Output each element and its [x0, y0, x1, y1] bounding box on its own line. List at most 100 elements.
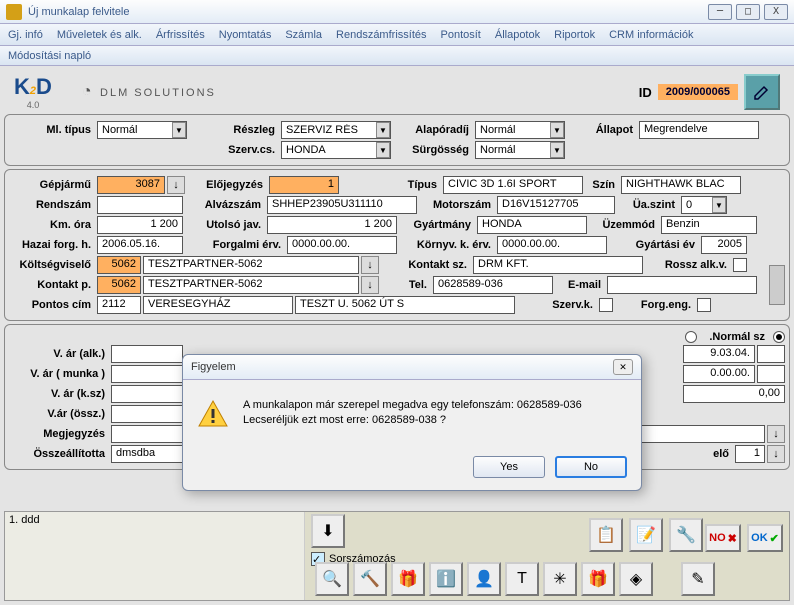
- elojegyzes-field[interactable]: 1: [269, 176, 339, 194]
- gepjarmu-lookup[interactable]: ↓: [167, 176, 185, 194]
- kontaktp-lookup[interactable]: ↓: [361, 276, 379, 294]
- pontos-city[interactable]: VERESEGYHÁZ: [143, 296, 293, 314]
- gyartasi-field: 2005: [701, 236, 747, 254]
- minimize-button[interactable]: ─: [708, 4, 732, 20]
- varksz-field[interactable]: [111, 385, 183, 403]
- dialog: Figyelem ✕ A munkalapon már szerepel meg…: [182, 354, 642, 491]
- szervk-check[interactable]: [599, 298, 613, 312]
- menu-modositasi[interactable]: Módosítási napló: [8, 50, 91, 62]
- dlm-logo: ◔ DLM SOLUTIONS: [82, 83, 216, 101]
- list-item[interactable]: 1. ddd: [9, 514, 300, 526]
- amount-field[interactable]: 0,00: [683, 385, 785, 403]
- hazai-field[interactable]: 2006.05.16.: [97, 236, 183, 254]
- koltsegv-label: Költségviselő: [9, 259, 95, 271]
- menubar-row2: Módosítási napló: [0, 46, 794, 66]
- tool-b[interactable]: 📝: [629, 518, 663, 552]
- icon-gift1[interactable]: 🎁: [391, 562, 425, 596]
- osszeall-label: Összeállította: [9, 448, 109, 460]
- scrollbar[interactable]: [769, 265, 785, 305]
- dialog-close-button[interactable]: ✕: [613, 359, 633, 375]
- koltsegv-id[interactable]: 5062: [97, 256, 141, 274]
- reszleg-select[interactable]: SZERVIZ RÉS▼: [281, 121, 391, 139]
- surgosseg-select[interactable]: Normál▼: [475, 141, 565, 159]
- edit-header-button[interactable]: [744, 74, 780, 110]
- icon-gift2[interactable]: 🎁: [581, 562, 615, 596]
- uaszint-select[interactable]: 0▼: [681, 196, 727, 214]
- menu-allapotok[interactable]: Állapotok: [495, 29, 540, 41]
- tel-label: Tel.: [381, 279, 431, 291]
- forgeng-check[interactable]: [697, 298, 711, 312]
- maximize-button[interactable]: □: [736, 4, 760, 20]
- rossz-check[interactable]: [733, 258, 747, 272]
- pontos-addr[interactable]: TESZT U. 5062 ÚT S: [295, 296, 515, 314]
- date1-extra[interactable]: [757, 345, 785, 363]
- icon-green[interactable]: ✳: [543, 562, 577, 596]
- icon-target[interactable]: ◈: [619, 562, 653, 596]
- elo-field[interactable]: 1: [735, 445, 765, 463]
- ml-tipus-select[interactable]: Normál▼: [97, 121, 187, 139]
- close-button[interactable]: X: [764, 4, 788, 20]
- menu-szamla[interactable]: Számla: [285, 29, 322, 41]
- tool-c[interactable]: 🔧: [669, 518, 703, 552]
- email-label: E-mail: [555, 279, 605, 291]
- gepjarmu-field[interactable]: 3087: [97, 176, 165, 194]
- szin-label: Szín: [585, 179, 619, 191]
- menu-rendszam[interactable]: Rendszámfrissítés: [336, 29, 426, 41]
- varalk-field[interactable]: [111, 345, 183, 363]
- ok-button[interactable]: OK✔: [747, 524, 783, 552]
- icon-pen[interactable]: ✎: [681, 562, 715, 596]
- menu-pontosit[interactable]: Pontosít: [441, 29, 481, 41]
- list-area[interactable]: 1. ddd: [5, 512, 305, 600]
- email-field[interactable]: [607, 276, 757, 294]
- menu-arfrissites[interactable]: Árfrissítés: [156, 29, 205, 41]
- szervcs-select[interactable]: HONDA▼: [281, 141, 391, 159]
- kmora-field[interactable]: 1 200: [97, 216, 183, 234]
- koltsegv-lookup[interactable]: ↓: [361, 256, 379, 274]
- no-button[interactable]: NO✖: [705, 524, 741, 552]
- menu-crm[interactable]: CRM információk: [609, 29, 693, 41]
- window-title: Új munkalap felvitele: [28, 6, 708, 18]
- alaporadij-label: Alapóradíj: [393, 124, 473, 136]
- varmunka-field[interactable]: [111, 365, 183, 383]
- radio-normalsz[interactable]: [773, 331, 785, 343]
- megj-expand[interactable]: ↓: [767, 425, 785, 443]
- tipus-label: Típus: [341, 179, 441, 191]
- varossz-field[interactable]: [111, 405, 183, 423]
- uaszint-label: Üa.szint: [617, 199, 679, 211]
- icon-search[interactable]: 🔍: [315, 562, 349, 596]
- menu-nyomtatas[interactable]: Nyomtatás: [219, 29, 272, 41]
- rendszam-field[interactable]: [97, 196, 183, 214]
- icon-info[interactable]: ℹ️: [429, 562, 463, 596]
- id-label: ID: [639, 85, 652, 100]
- date2-extra[interactable]: [757, 365, 785, 383]
- tool-a[interactable]: 📋: [589, 518, 623, 552]
- date1-field[interactable]: 9.03.04.: [683, 345, 755, 363]
- radio-erv[interactable]: [685, 331, 697, 343]
- allapot-field: Megrendelve: [639, 121, 759, 139]
- icon-test[interactable]: T: [505, 562, 539, 596]
- date2-field[interactable]: 0.00.00.: [683, 365, 755, 383]
- menu-riportok[interactable]: Riportok: [554, 29, 595, 41]
- motorszam-field: D16V15127705: [497, 196, 615, 214]
- pontos-zip[interactable]: 2112: [97, 296, 141, 314]
- app-icon: [6, 4, 22, 20]
- forgerv-field[interactable]: 0000.00.00.: [287, 236, 397, 254]
- hazai-label: Hazai forg. h.: [9, 239, 95, 251]
- id-value: 2009/000065: [658, 84, 738, 100]
- dialog-yes-button[interactable]: Yes: [473, 456, 545, 478]
- icon-person[interactable]: 👤: [467, 562, 501, 596]
- kornyk-field[interactable]: 0000.00.00.: [497, 236, 607, 254]
- utolsojav-field: 1 200: [267, 216, 397, 234]
- dialog-no-button[interactable]: No: [555, 456, 627, 478]
- down-arrow-button[interactable]: ⬇: [311, 514, 345, 548]
- tel-field[interactable]: 0628589-036: [433, 276, 553, 294]
- k2d-logo: K2D4.0: [14, 74, 52, 110]
- menu-gjinfo[interactable]: Gj. infó: [8, 29, 43, 41]
- alaporadij-select[interactable]: Normál▼: [475, 121, 565, 139]
- kontaktp-id[interactable]: 5062: [97, 276, 141, 294]
- elojegyzes-label: Előjegyzés: [187, 179, 267, 191]
- icon-build[interactable]: 🔨: [353, 562, 387, 596]
- elo-lookup[interactable]: ↓: [767, 445, 785, 463]
- forgeng-label: Forg.eng.: [615, 299, 695, 311]
- menu-muveletek[interactable]: Műveletek és alk.: [57, 29, 142, 41]
